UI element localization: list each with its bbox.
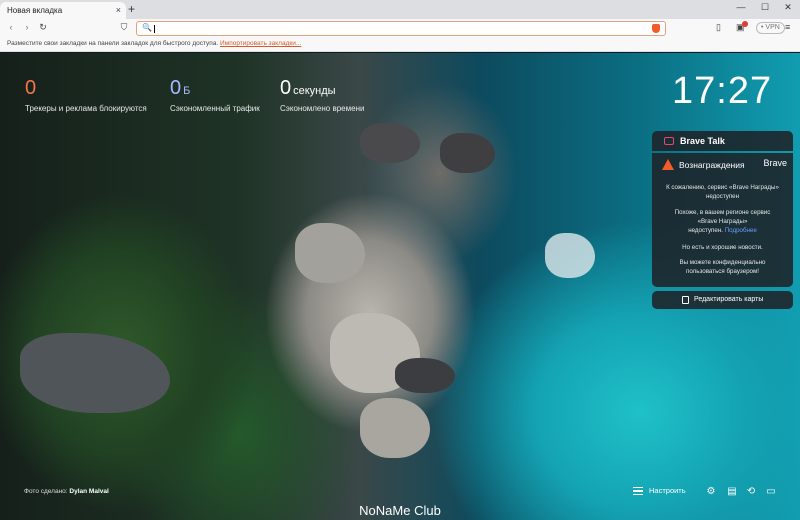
stat-time-value: 0	[280, 77, 292, 99]
bookmarks-bar: Разместите свои закладки на панели закла…	[0, 38, 800, 52]
sliders-icon	[633, 487, 643, 496]
menu-icon[interactable]: ≡	[785, 22, 790, 32]
tab-close-icon[interactable]: ×	[116, 5, 121, 15]
photo-credit-prefix: Фото сделано:	[24, 488, 68, 495]
brave-talk-icon[interactable]: ▭	[766, 487, 776, 497]
stat-time-label: Сэкономлено времени	[280, 104, 365, 113]
rewards-text: Вы можете конфиденциально	[679, 259, 766, 266]
brave-talk-label: Brave Talk	[680, 136, 725, 146]
gear-icon[interactable]: ⚙	[706, 487, 716, 497]
bookmark-icon[interactable]: ⛉	[118, 22, 130, 33]
rewards-text: Но есть и хорошие новости.	[682, 244, 763, 251]
stat-bandwidth: 0Б Сэкономленный трафик	[170, 77, 260, 113]
brave-talk-card[interactable]: Brave Talk	[652, 131, 793, 151]
background-rock	[440, 133, 495, 173]
watermark: NoNaMe Club	[359, 503, 441, 518]
stat-trackers-value: 0	[25, 77, 37, 99]
import-bookmarks-link[interactable]: Импортировать закладки...	[220, 40, 301, 47]
stat-trackers: 0 Трекеры и реклама блокируются	[25, 78, 147, 113]
tab-bar: Новая вкладка × + — ☐ ✕	[0, 0, 800, 19]
stat-trackers-label: Трекеры и реклама блокируются	[25, 104, 147, 113]
maximize-button[interactable]: ☐	[755, 2, 775, 13]
rewards-text: К сожалению, сервис «Brave Награды»	[666, 184, 779, 191]
text-caret	[154, 25, 155, 33]
brave-triangle-icon	[662, 159, 674, 170]
background-rock	[295, 223, 365, 283]
sea-foam	[545, 233, 595, 278]
background-rock	[360, 398, 430, 458]
history-icon[interactable]: ⟲	[746, 487, 756, 497]
photo-credit: Фото сделано: Dylan Malval	[24, 488, 109, 495]
customize-label: Настроить	[649, 486, 686, 495]
edit-cards-icon	[682, 296, 689, 304]
rewards-text: недоступен	[705, 193, 740, 200]
reload-button[interactable]: ↻	[37, 22, 49, 33]
rewards-brand: Brave	[763, 158, 787, 168]
search-icon: 🔍	[142, 23, 152, 32]
customize-button[interactable]: Настроить	[633, 486, 686, 496]
bookmarks-icon[interactable]: ▤	[727, 487, 737, 497]
rewards-text: пользоваться браузером!	[686, 268, 759, 275]
brave-shield-icon[interactable]	[652, 24, 660, 33]
address-bar[interactable]: 🔍	[136, 21, 666, 36]
close-window-button[interactable]: ✕	[778, 2, 798, 13]
new-tab-button[interactable]: +	[128, 3, 135, 15]
tab-new-tab[interactable]: Новая вкладка ×	[0, 2, 126, 19]
rewards-card: Вознаграждения Brave К сожалению, сервис…	[652, 153, 793, 287]
notification-badge	[742, 21, 748, 27]
stat-time: 0 секунды Сэкономлено времени	[280, 77, 365, 113]
learn-more-link[interactable]: Подробнее	[725, 227, 757, 234]
rewards-text: недоступен.	[688, 227, 723, 234]
sidebar-icon[interactable]: ▯	[716, 22, 721, 33]
minimize-button[interactable]: —	[731, 2, 751, 12]
rewards-text: «Brave Награды»	[697, 218, 748, 225]
edit-cards-label: Редактировать карты	[694, 296, 764, 303]
stat-bandwidth-label: Сэкономленный трафик	[170, 104, 260, 113]
back-button[interactable]: ‹	[5, 22, 17, 32]
stat-bandwidth-value: 0	[170, 77, 182, 99]
video-camera-icon	[664, 137, 674, 145]
background-rock	[395, 358, 455, 393]
photo-credit-author[interactable]: Dylan Malval	[69, 488, 108, 495]
background-rock	[360, 123, 420, 163]
bookmarks-hint: Разместите свои закладки на панели закла…	[7, 40, 219, 47]
forward-button[interactable]: ›	[21, 22, 33, 32]
toolbar: ‹ › ↻ ⛉ 🔍 ▯ ▣ • VPN ≡	[0, 19, 800, 38]
tab-title: Новая вкладка	[7, 6, 63, 15]
edit-cards-button[interactable]: Редактировать карты	[652, 291, 793, 309]
vpn-button[interactable]: • VPN	[756, 22, 785, 34]
clock[interactable]: 17:27	[672, 70, 772, 113]
rewards-title: Вознаграждения	[679, 160, 745, 170]
rewards-text: Похоже, в вашем регионе сервис	[674, 209, 771, 216]
background-rock	[20, 333, 170, 413]
